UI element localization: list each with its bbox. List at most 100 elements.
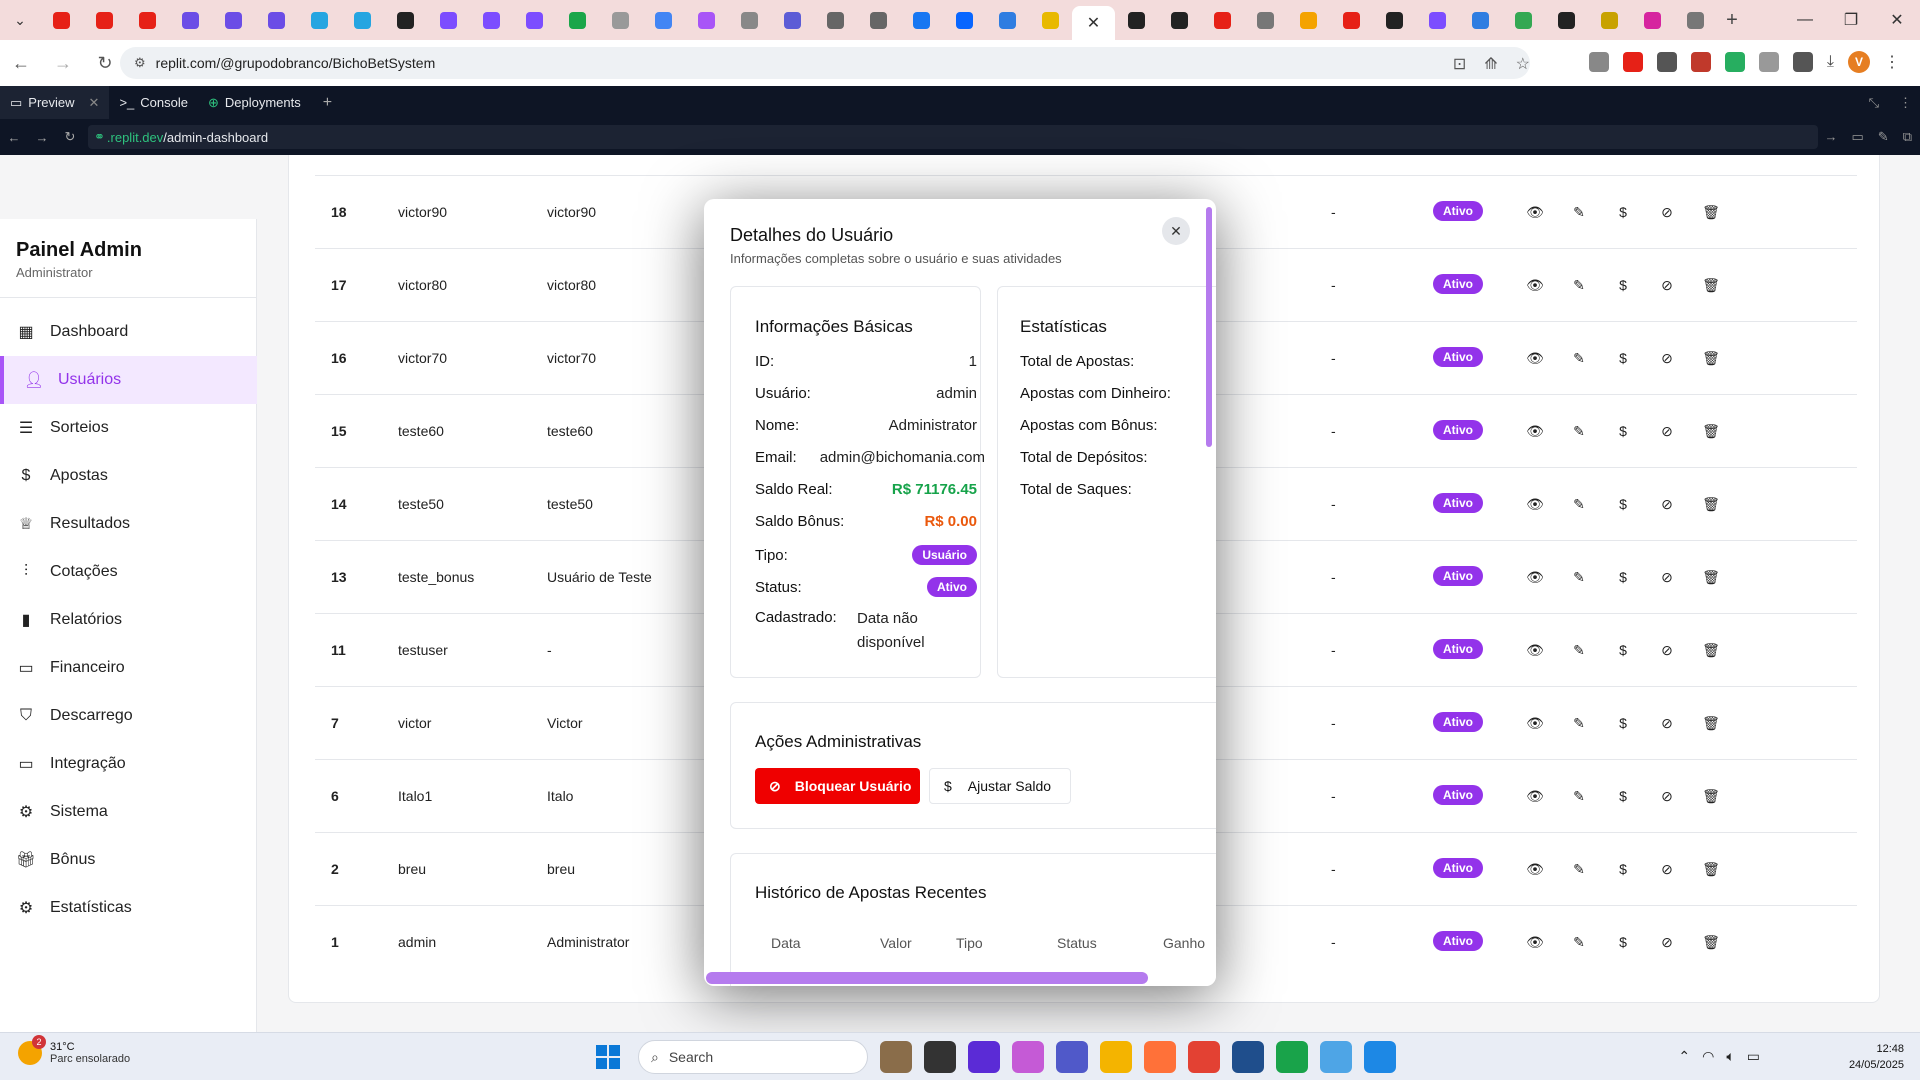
battery-icon[interactable]: ▭ [1747, 1048, 1760, 1065]
close-icon[interactable]: ✕ [89, 95, 100, 111]
close-window-icon[interactable]: ✕ [1874, 0, 1920, 40]
translate-icon[interactable]: ⟰ [1484, 54, 1497, 74]
browser-tab[interactable] [1631, 4, 1674, 36]
taskbar-app-icon[interactable] [1232, 1041, 1264, 1073]
browser-tab[interactable] [1416, 4, 1459, 36]
browser-tab[interactable] [470, 4, 513, 36]
browser-tab[interactable] [1545, 4, 1588, 36]
extension-icon[interactable] [1792, 52, 1813, 72]
browser-tab[interactable] [341, 4, 384, 36]
taskbar-app-icon[interactable] [968, 1041, 1000, 1073]
taskbar-app-icon[interactable] [1320, 1041, 1352, 1073]
preview-back-icon[interactable]: ← [0, 130, 28, 145]
browser-tab[interactable] [255, 4, 298, 36]
download-icon[interactable]: ⤓ [1827, 53, 1834, 71]
add-tab-plus-icon[interactable]: + [311, 94, 344, 112]
more-vertical-icon[interactable]: ⋮ [1884, 52, 1900, 72]
modal-vertical-scrollbar[interactable] [1206, 207, 1212, 447]
tab-close-icon[interactable]: ✕ [1087, 13, 1100, 33]
browser-tab[interactable] [513, 4, 556, 36]
devtools-icon[interactable]: ✎ [1878, 129, 1889, 145]
minimize-icon[interactable]: — [1782, 0, 1828, 40]
browser-tab[interactable] [728, 4, 771, 36]
new-tab-plus-icon[interactable]: + [1717, 9, 1747, 32]
taskbar-app-icon[interactable] [1364, 1041, 1396, 1073]
go-arrow-icon[interactable]: → [1825, 129, 1838, 145]
wifi-icon[interactable]: ◠ [1702, 1048, 1714, 1065]
forward-arrow-icon[interactable]: → [42, 40, 84, 86]
adjust-balance-button[interactable]: $ Ajustar Saldo [929, 768, 1071, 804]
preview-reload-icon[interactable]: ↻ [56, 129, 84, 145]
browser-tab[interactable] [599, 4, 642, 36]
browser-tab[interactable] [298, 4, 341, 36]
preview-url-bar[interactable]: ⚭ .replit.dev /admin-dashboard [88, 125, 1818, 149]
volume-icon[interactable]: 🔈︎ [1726, 1048, 1734, 1065]
browser-tab[interactable] [814, 4, 857, 36]
devices-icon[interactable]: ▭ [1852, 129, 1864, 145]
browser-tab[interactable] [1244, 4, 1287, 36]
tab-preview[interactable]: ▭ Preview ✕ [0, 86, 110, 119]
system-clock[interactable]: 12:48 24/05/2025 [1849, 1041, 1904, 1073]
bookmark-star-icon[interactable]: ☆ [1516, 54, 1530, 74]
profile-avatar[interactable]: V [1848, 51, 1870, 73]
taskbar-search[interactable]: ⌕ Search [638, 1040, 868, 1074]
browser-tab[interactable] [1287, 4, 1330, 36]
more-vertical-icon[interactable]: ⋮ [1899, 95, 1912, 111]
taskbar-app-icon[interactable] [1276, 1041, 1308, 1073]
taskbar-app-icon[interactable] [1188, 1041, 1220, 1073]
tab-deployments[interactable]: ⊕ Deployments [198, 86, 311, 119]
browser-tab[interactable] [1674, 4, 1717, 36]
browser-tab[interactable] [83, 4, 126, 36]
taskbar-app-icon[interactable] [1012, 1041, 1044, 1073]
windows-start-icon[interactable] [590, 1039, 626, 1075]
extension-icon[interactable] [1622, 52, 1643, 72]
browser-tab[interactable] [126, 4, 169, 36]
open-new-tab-icon[interactable]: ⧉ [1903, 129, 1912, 145]
tab-search-chevron-icon[interactable]: ⌄ [0, 0, 40, 40]
close-icon[interactable]: ✕ [1162, 217, 1190, 245]
modal-horizontal-scrollbar[interactable] [706, 972, 1148, 984]
tab-console[interactable]: >_ Console [109, 86, 198, 119]
install-app-icon[interactable]: ⊡ [1453, 54, 1466, 74]
extension-icon[interactable] [1656, 52, 1677, 72]
collapse-icon[interactable]: ⤡ [1869, 95, 1879, 111]
browser-tab[interactable] [986, 4, 1029, 36]
taskbar-app-icon[interactable] [924, 1041, 956, 1073]
taskbar-app-icon[interactable] [1100, 1041, 1132, 1073]
browser-tab[interactable] [1459, 4, 1502, 36]
browser-tab[interactable] [1330, 4, 1373, 36]
browser-tab[interactable] [1029, 4, 1072, 36]
browser-tab[interactable] [1502, 4, 1545, 36]
weather-widget[interactable]: 2 31°C Parc ensolarado [18, 1035, 130, 1065]
browser-tab[interactable] [212, 4, 255, 36]
taskbar-app-icon[interactable] [1144, 1041, 1176, 1073]
browser-tab[interactable] [556, 4, 599, 36]
browser-tab[interactable] [1201, 4, 1244, 36]
maximize-icon[interactable]: ❐ [1828, 0, 1874, 40]
site-info-icon[interactable]: ⚙ [134, 55, 146, 71]
browser-tab[interactable] [1373, 4, 1416, 36]
chevron-up-icon[interactable]: ⌃ [1678, 1048, 1690, 1065]
taskbar-app-icon[interactable] [880, 1041, 912, 1073]
browser-tab-active[interactable]: ✕ [1072, 6, 1115, 40]
taskbar-app-icon[interactable] [1056, 1041, 1088, 1073]
browser-tab[interactable] [427, 4, 470, 36]
preview-forward-icon[interactable]: → [28, 130, 56, 145]
browser-tab[interactable] [40, 4, 83, 36]
browser-tab[interactable] [943, 4, 986, 36]
extension-icon[interactable] [1724, 52, 1745, 72]
browser-tab[interactable] [685, 4, 728, 36]
extension-icon[interactable] [1588, 52, 1609, 72]
address-bar[interactable]: ⚙ replit.com/@grupodobranco/BichoBetSyst… [120, 47, 1530, 79]
browser-tab[interactable] [857, 4, 900, 36]
browser-tab[interactable] [1115, 4, 1158, 36]
browser-tab[interactable] [900, 4, 943, 36]
browser-tab[interactable] [384, 4, 427, 36]
browser-tab[interactable] [1588, 4, 1631, 36]
browser-tab[interactable] [169, 4, 212, 36]
extension-icon[interactable] [1758, 52, 1779, 72]
extension-icon[interactable] [1690, 52, 1711, 72]
back-arrow-icon[interactable]: ← [0, 40, 42, 86]
block-user-button[interactable]: ⊘ Bloquear Usuário [755, 768, 920, 804]
browser-tab[interactable] [642, 4, 685, 36]
